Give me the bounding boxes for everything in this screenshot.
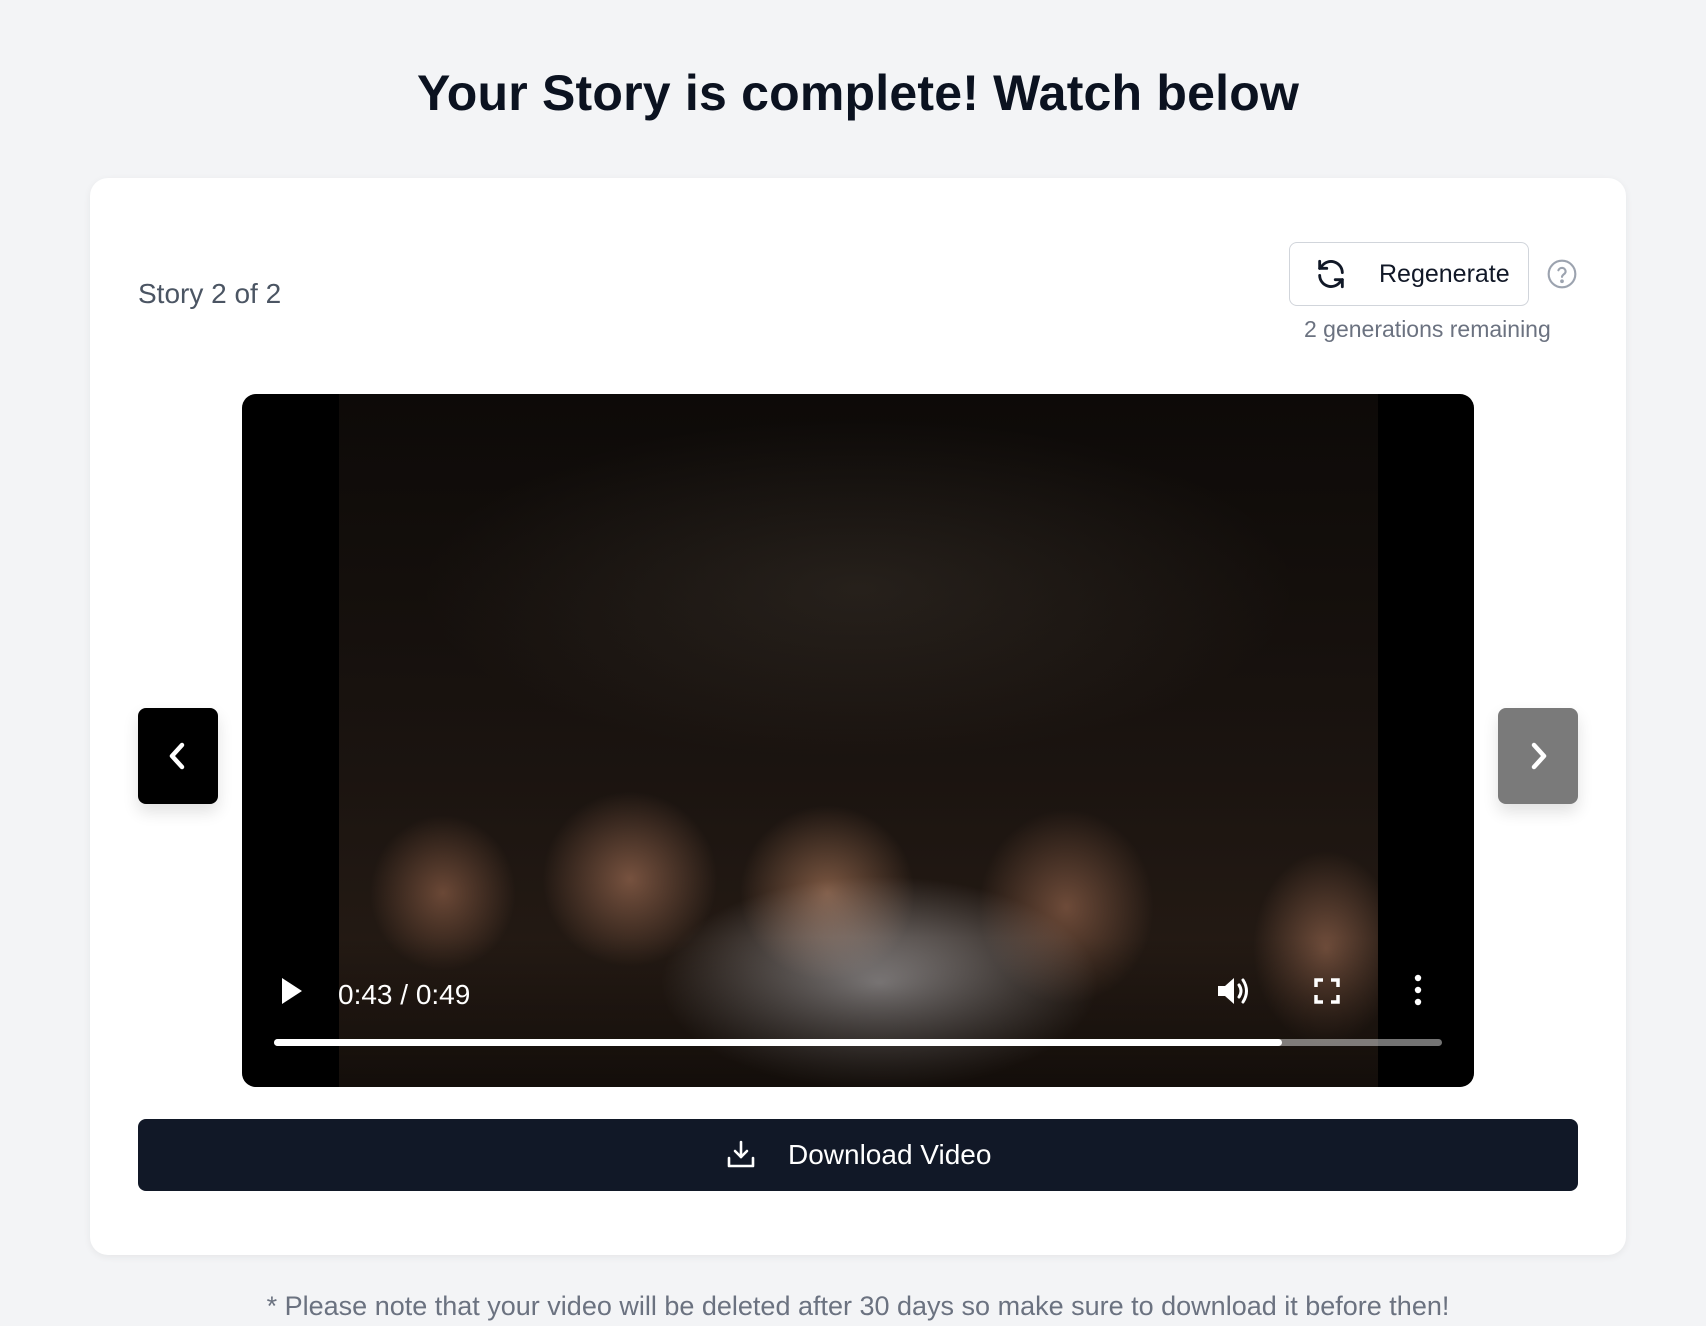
- question-circle-icon[interactable]: [1546, 258, 1578, 290]
- download-video-button[interactable]: Download Video: [138, 1119, 1578, 1191]
- generations-remaining: 2 generations remaining: [1304, 316, 1551, 342]
- download-icon: [727, 1140, 755, 1168]
- next-story-button[interactable]: [1498, 708, 1578, 804]
- chevron-left-icon: [169, 742, 185, 770]
- refresh-icon: [1318, 259, 1344, 289]
- video-progress-bar[interactable]: [274, 1039, 1442, 1046]
- page-title: Your Story is complete! Watch below: [416, 65, 1300, 121]
- more-vertical-icon[interactable]: [1414, 974, 1422, 1006]
- video-controls-overlay: [242, 937, 1474, 1087]
- regenerate-label: Regenerate: [1379, 260, 1510, 288]
- play-icon[interactable]: [280, 977, 304, 1005]
- story-counter: Story 2 of 2: [138, 278, 282, 309]
- story-card: Story 2 of 2 Regenerate 2 generations re…: [90, 178, 1626, 1255]
- previous-story-button[interactable]: [138, 708, 218, 804]
- download-video-label: Download Video: [788, 1139, 992, 1170]
- video-player[interactable]: 0:43 / 0:49: [242, 394, 1474, 1087]
- deletion-notice: * Please note that your video will be de…: [266, 1291, 1450, 1321]
- video-time-display: 0:43 / 0:49: [338, 979, 471, 1010]
- volume-icon[interactable]: [1216, 974, 1252, 1008]
- regenerate-button[interactable]: Regenerate: [1289, 242, 1529, 306]
- chevron-right-icon: [1531, 742, 1547, 770]
- video-progress-fill: [274, 1039, 1282, 1046]
- fullscreen-icon[interactable]: [1314, 978, 1340, 1004]
